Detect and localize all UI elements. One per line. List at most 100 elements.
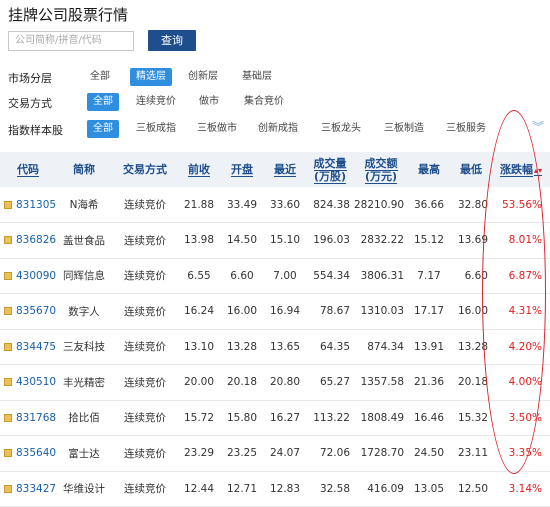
market-option-all[interactable]: 全部 [90, 68, 110, 86]
cell-code[interactable]: 430090 [0, 258, 56, 294]
market-option-select[interactable]: 精选层 [130, 68, 172, 86]
stock-square-icon[interactable] [4, 236, 12, 245]
trade-filter-row: 交易方式 全部 连续竞价 做市 集合竞价 [0, 93, 550, 111]
stock-square-icon[interactable] [4, 413, 12, 422]
cell-open: 6.60 [230, 269, 254, 282]
cell-name[interactable]: 富士达 [56, 436, 112, 472]
stock-square-icon[interactable] [4, 271, 12, 280]
cell-turnover: 1728.70 [360, 447, 404, 460]
stock-square-icon[interactable] [4, 307, 12, 316]
index-option-sanban-leaders[interactable]: 三板龙头 [321, 120, 361, 138]
cell-turnover: 1357.58 [360, 376, 404, 389]
stock-code-link[interactable]: 834475 [16, 341, 56, 353]
trade-option-call-auction[interactable]: 集合竞价 [244, 93, 284, 111]
cell-turnover: 1310.03 [360, 305, 404, 318]
header-line: (万股) [313, 169, 347, 184]
index-option-sanban-services[interactable]: 三板服务 [446, 120, 486, 138]
cell-change-pct: 4.31% [508, 305, 542, 318]
stock-code-link[interactable]: 833427 [16, 483, 56, 495]
cell-high: 13.05 [413, 482, 445, 495]
cell-name[interactable]: 丰光精密 [56, 365, 112, 401]
cell-name[interactable]: 盖世食品 [56, 223, 112, 259]
cell-volume: 824.38 [313, 198, 350, 211]
cell-prev-close: 23.29 [183, 447, 215, 460]
cell-code[interactable]: 835640 [0, 436, 56, 472]
cell-latest: 33.60 [269, 198, 301, 211]
stock-code-link[interactable]: 835670 [16, 305, 56, 317]
cell-trade-mode: 连续竞价 [124, 305, 166, 318]
table-row[interactable]: 835670 数字人 连续竞价 16.24 16.00 16.94 78.67 1310.03… [0, 294, 550, 330]
cell-high: 16.46 [413, 411, 445, 424]
stock-square-icon[interactable] [4, 200, 12, 209]
cell-volume: 32.58 [319, 482, 350, 495]
cell-change-pct: 4.00% [508, 376, 542, 389]
col-header-open[interactable]: 开盘 [220, 152, 264, 187]
index-option-sanban-composite[interactable]: 三板成指 [136, 120, 176, 138]
stock-code-link[interactable]: 831768 [16, 412, 56, 424]
cell-code[interactable]: 836826 [0, 223, 56, 259]
cell-volume: 196.03 [313, 234, 350, 247]
stock-code-link[interactable]: 430510 [16, 376, 56, 388]
cell-volume: 64.35 [319, 340, 350, 353]
cell-name[interactable]: 拾比佰 [56, 400, 112, 436]
stock-square-icon[interactable] [4, 342, 12, 351]
cell-trade-mode: 连续竞价 [124, 234, 166, 247]
stock-square-icon[interactable] [4, 378, 12, 387]
cell-change-pct: 6.87% [508, 269, 542, 282]
stock-square-icon[interactable] [4, 449, 12, 458]
col-header-change-pct[interactable]: 涨跌幅▴▾ [492, 152, 550, 187]
col-header-prev-close[interactable]: 前收 [178, 152, 220, 187]
sort-icon[interactable]: ▴▾ [533, 165, 543, 176]
index-option-sanban-market-making[interactable]: 三板做市 [197, 120, 237, 138]
chevron-down-icon[interactable]: ︾ [532, 118, 544, 135]
stock-code-link[interactable]: 836826 [16, 234, 56, 246]
trade-option-all[interactable]: 全部 [87, 93, 119, 111]
cell-open: 13.28 [226, 340, 258, 353]
table-row[interactable]: 833427 华维设计 连续竞价 12.44 12.71 12.83 32.58 416.09… [0, 471, 550, 507]
search-input[interactable]: 公司简称/拼音/代码 [8, 31, 134, 51]
cell-trade-mode: 连续竞价 [124, 341, 166, 354]
table-header-row: 代码 简称 交易方式 前收 开盘 最近 成交量 (万股) 成交额 (万元) 最高 最… [0, 152, 550, 187]
cell-name[interactable]: 数字人 [56, 294, 112, 330]
col-header-trade-mode: 交易方式 [123, 163, 167, 176]
index-option-sanban-manufacturing[interactable]: 三板制造 [384, 120, 424, 138]
table-row[interactable]: 430510 丰光精密 连续竞价 20.00 20.18 20.80 65.27 1357.5… [0, 365, 550, 401]
cell-code[interactable]: 833427 [0, 471, 56, 507]
index-option-innovation-composite[interactable]: 创新成指 [258, 120, 298, 138]
market-option-innovation[interactable]: 创新层 [188, 68, 218, 86]
cell-prev-close: 13.98 [183, 234, 215, 247]
table-row[interactable]: 430090 同辉信息 连续竞价 6.55 6.60 7.00 554.34 3806.31 7… [0, 258, 550, 294]
stock-code-link[interactable]: 430090 [16, 270, 56, 282]
cell-code[interactable]: 834475 [0, 329, 56, 365]
cell-name[interactable]: 同辉信息 [56, 258, 112, 294]
market-option-basic[interactable]: 基础层 [242, 68, 272, 86]
stock-square-icon[interactable] [4, 484, 12, 493]
table-row[interactable]: 831305 N海希 连续竞价 21.88 33.49 33.60 824.38 28210.… [0, 187, 550, 223]
query-button[interactable]: 查询 [148, 30, 196, 51]
col-header-latest[interactable]: 最近 [264, 152, 306, 187]
cell-code[interactable]: 835670 [0, 294, 56, 330]
col-header-turnover[interactable]: 成交额 (万元) [354, 152, 408, 187]
col-header-high[interactable]: 最高 [408, 152, 450, 187]
table-row[interactable]: 835640 富士达 连续竞价 23.29 23.25 24.07 72.06 1728.70… [0, 436, 550, 472]
table-row[interactable]: 834475 三友科技 连续竞价 13.10 13.28 13.65 64.35 874.34… [0, 329, 550, 365]
stock-code-link[interactable]: 831305 [16, 199, 56, 211]
cell-name[interactable]: N海希 [56, 187, 112, 223]
cell-open: 12.71 [226, 482, 258, 495]
cell-open: 23.25 [226, 447, 258, 460]
col-header-volume[interactable]: 成交量 (万股) [306, 152, 354, 187]
stock-code-link[interactable]: 835640 [16, 447, 56, 459]
col-header-code[interactable]: 代码 [0, 152, 56, 187]
cell-code[interactable]: 831305 [0, 187, 56, 223]
cell-code[interactable]: 430510 [0, 365, 56, 401]
trade-option-market-making[interactable]: 做市 [199, 93, 219, 111]
cell-name[interactable]: 华维设计 [56, 471, 112, 507]
table-row[interactable]: 831768 拾比佰 连续竞价 15.72 15.80 16.27 113.22 1808.4… [0, 400, 550, 436]
col-header-low[interactable]: 最低 [450, 152, 492, 187]
table-row[interactable]: 836826 盖世食品 连续竞价 13.98 14.50 15.10 196.03 2832.… [0, 223, 550, 259]
cell-trade-mode: 连续竞价 [124, 412, 166, 425]
trade-option-continuous[interactable]: 连续竞价 [136, 93, 176, 111]
cell-name[interactable]: 三友科技 [56, 329, 112, 365]
index-option-all[interactable]: 全部 [87, 120, 119, 138]
cell-code[interactable]: 831768 [0, 400, 56, 436]
